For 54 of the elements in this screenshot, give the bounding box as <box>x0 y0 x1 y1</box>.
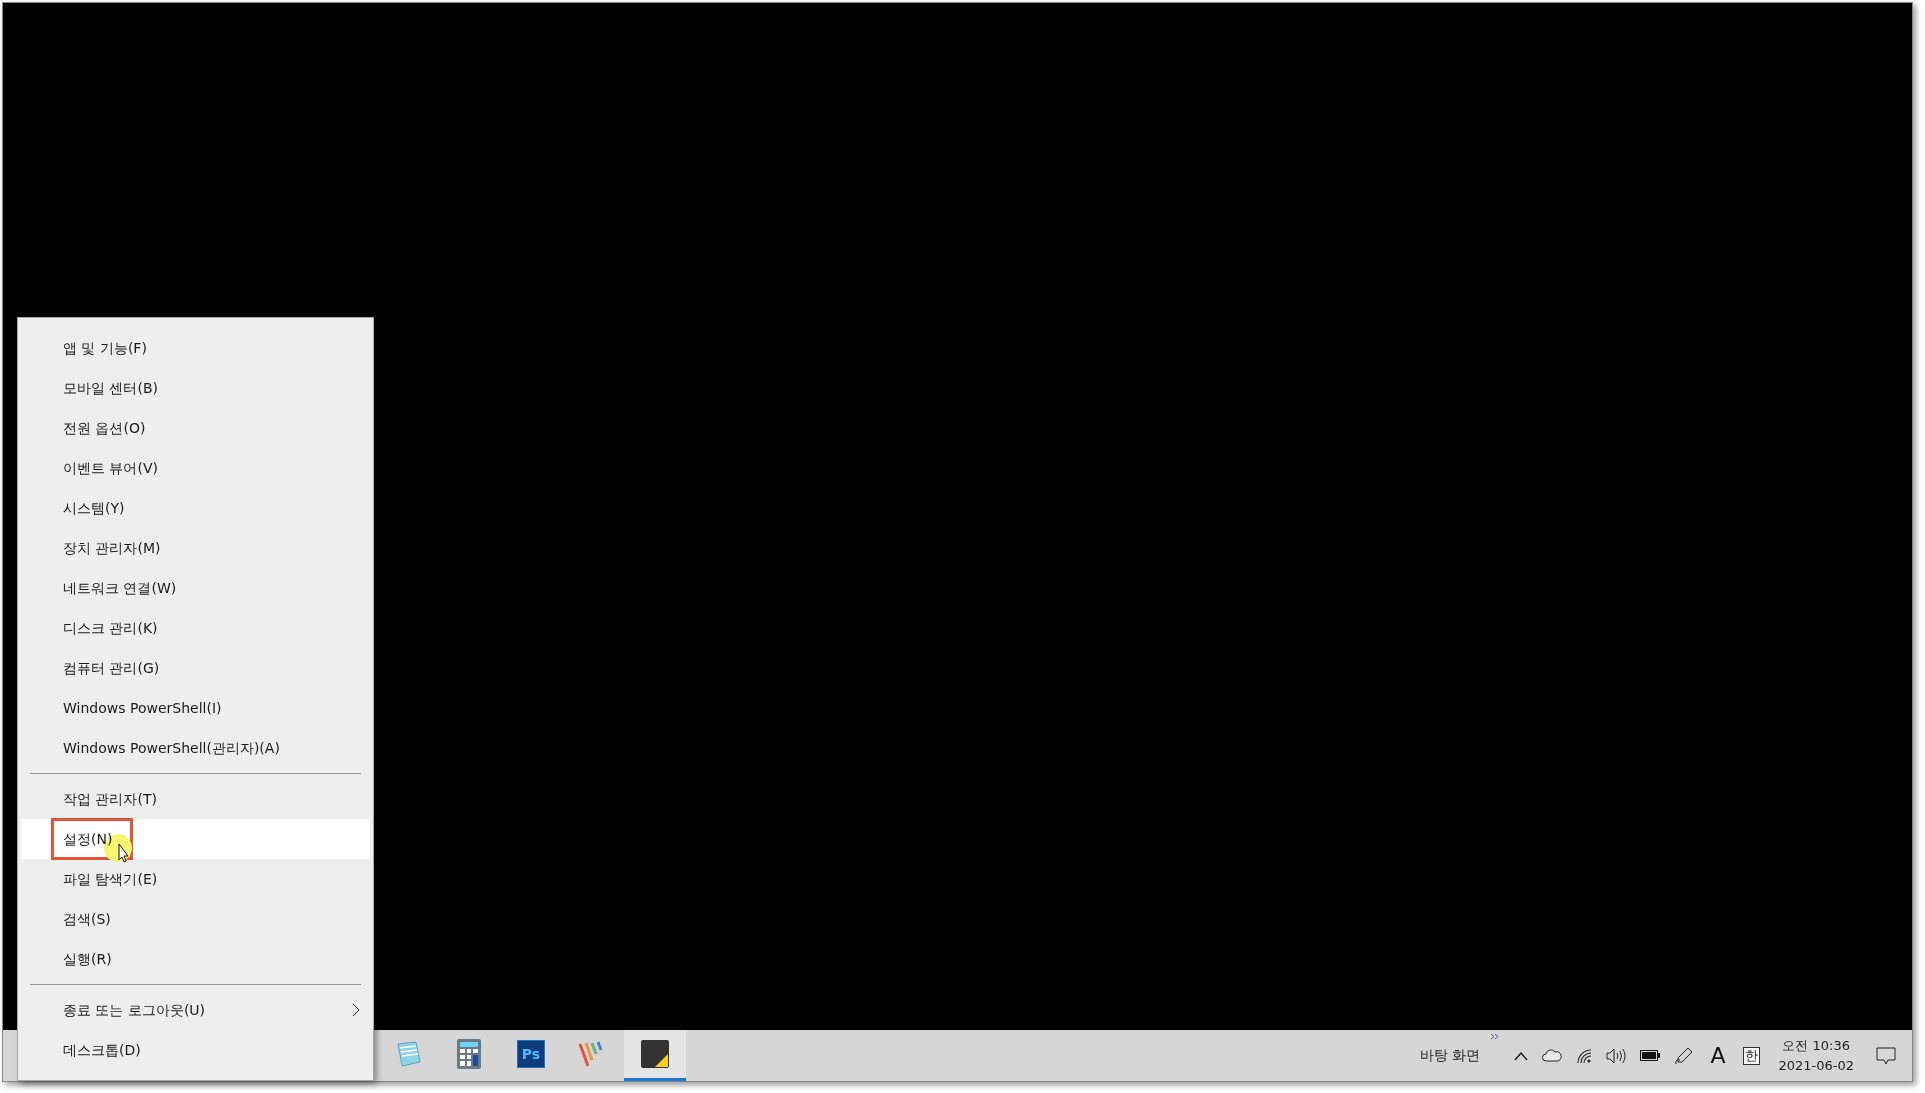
menu-item[interactable]: 파일 탐색기(E) <box>21 859 370 899</box>
taskbar-app-button[interactable]: Ps <box>500 1030 562 1081</box>
language-indicator[interactable]: 한 <box>1743 1046 1761 1065</box>
notification-icon[interactable] <box>1876 1046 1896 1065</box>
menu-item[interactable]: 검색(S) <box>21 899 370 939</box>
menu-item[interactable]: 작업 관리자(T) <box>21 779 370 819</box>
menu-item-label: 실행(R) <box>63 949 112 969</box>
desktop-toolbar-label[interactable]: 바탕 화면 <box>1419 1045 1481 1066</box>
menu-item-label: 작업 관리자(T) <box>63 789 157 809</box>
menu-item[interactable]: Windows PowerShell(관리자)(A) <box>21 728 370 768</box>
menu-item-label: 검색(S) <box>63 909 111 929</box>
menu-item[interactable]: 종료 또는 로그아웃(U) <box>21 990 370 1030</box>
battery-icon[interactable] <box>1640 1050 1661 1061</box>
menu-item-label: 네트워크 연결(W) <box>63 578 177 598</box>
input-mode-indicator[interactable]: A <box>1710 1039 1726 1072</box>
pen-icon[interactable] <box>1674 1045 1695 1066</box>
menu-item-label: 이벤트 뷰어(V) <box>63 458 158 478</box>
calculator-icon <box>457 1039 481 1069</box>
menu-item[interactable]: 모바일 센터(B) <box>21 368 370 408</box>
menu-item[interactable]: 이벤트 뷰어(V) <box>21 448 370 488</box>
menu-item[interactable]: 컴퓨터 관리(G) <box>21 648 370 688</box>
menu-item-label: 설정(N) <box>63 829 113 849</box>
chevron-up-icon[interactable] <box>1514 1050 1529 1061</box>
cloud-icon[interactable] <box>1542 1049 1563 1062</box>
menu-item[interactable]: 시스템(Y) <box>21 488 370 528</box>
menu-item[interactable]: 데스크톱(D) <box>21 1030 370 1070</box>
menu-item-label: 종료 또는 로그아웃(U) <box>63 1000 206 1020</box>
menu-item-label: 파일 탐색기(E) <box>63 869 158 889</box>
menu-item-label: 전원 옵션(O) <box>63 418 146 438</box>
menu-item[interactable]: 네트워크 연결(W) <box>21 568 370 608</box>
menu-item[interactable]: 앱 및 기능(F) <box>21 328 370 368</box>
menu-item-label: Windows PowerShell(I) <box>63 698 222 718</box>
menu-item-label: 컴퓨터 관리(G) <box>63 658 160 678</box>
menu-item-label: 앱 및 기능(F) <box>63 338 147 358</box>
clock-date: 2021-06-02 <box>1778 1056 1854 1075</box>
menu-item-label: 장치 관리자(M) <box>63 538 161 558</box>
menu-item[interactable]: 장치 관리자(M) <box>21 528 370 568</box>
menu-item[interactable]: 전원 옵션(O) <box>21 408 370 448</box>
wifi-icon[interactable] <box>1576 1047 1593 1064</box>
menu-item-label: 데스크톱(D) <box>63 1040 141 1060</box>
menu-item[interactable]: Windows PowerShell(I) <box>21 688 370 728</box>
clock-time: 오전 10:36 <box>1782 1036 1850 1055</box>
clock[interactable]: 오전 10:36 2021-06-02 <box>1778 1035 1854 1076</box>
menu-item[interactable]: 실행(R) <box>21 939 370 979</box>
menu-item-label: Windows PowerShell(관리자)(A) <box>63 738 280 758</box>
menu-item[interactable]: 디스크 관리(K) <box>21 608 370 648</box>
speaker-icon[interactable] <box>1606 1047 1627 1064</box>
menu-item-label: 모바일 센터(B) <box>63 378 158 398</box>
taskbar-app-button[interactable] <box>624 1030 686 1081</box>
photoshop-icon: Ps <box>517 1040 545 1068</box>
menu-item-label: 디스크 관리(K) <box>63 618 158 638</box>
sticky-note-icon <box>641 1040 669 1068</box>
double-chevron-icon[interactable] <box>1490 1033 1501 1040</box>
menu-item-label: 시스템(Y) <box>63 498 125 518</box>
